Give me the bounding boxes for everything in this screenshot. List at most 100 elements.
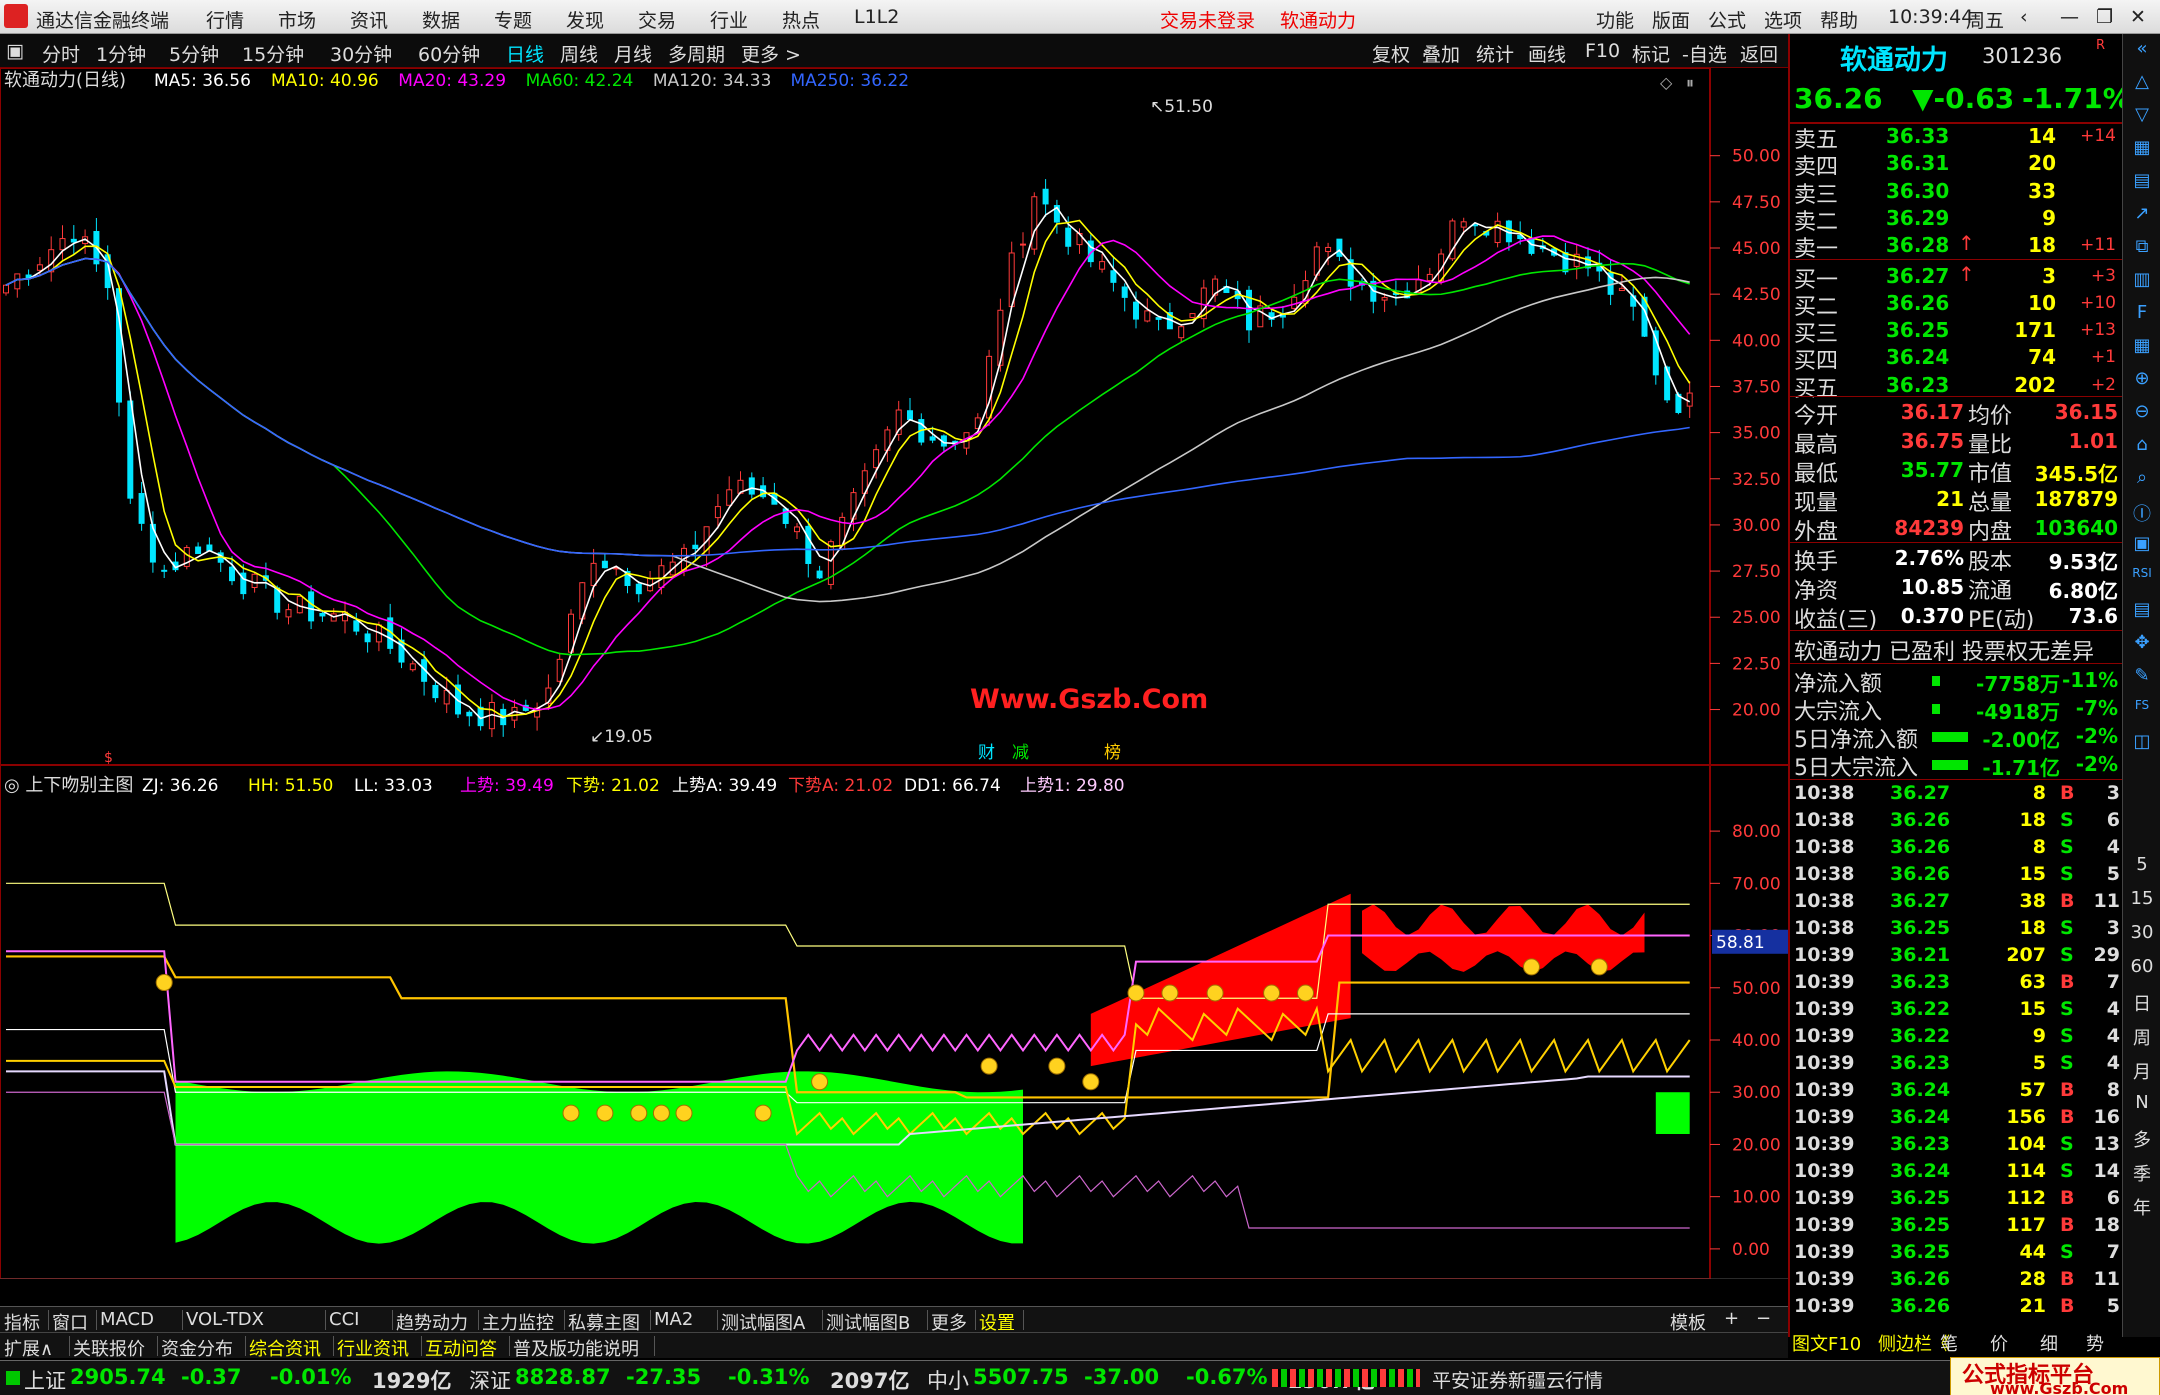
toggle-icon[interactable]: « [2123,38,2160,59]
zoom-out-icon[interactable]: ⊖ [2123,401,2160,422]
split-icon[interactable]: ◫ [2123,731,2160,752]
period-shortcut-2[interactable]: 30 [2123,922,2160,943]
period-shortcut-4[interactable]: 日 [2123,990,2160,1016]
tool-button-3[interactable]: 画线 [1528,40,1566,67]
menu-item-quotes[interactable]: 行情 [206,6,244,33]
grid-icon[interactable]: ▦ [2123,335,2160,356]
menu-item-discover[interactable]: 发现 [566,6,604,33]
tool-button-0[interactable]: 复权 [1372,40,1410,67]
menu-item-hot[interactable]: 热点 [782,6,820,33]
candle-icon[interactable]: ⧉ [2123,236,2160,257]
period-shortcut-10[interactable]: 年 [2123,1194,2160,1220]
y-tick-11: 22.50 [1732,654,1781,674]
pen-icon[interactable]: ✎ [2123,665,2160,686]
tool-button-6[interactable]: -自选 [1682,40,1727,67]
table-icon[interactable]: ▤ [2123,170,2160,191]
menu-item-options[interactable]: 选项 [1764,6,1802,33]
list-icon[interactable]: ▥ [2123,269,2160,290]
tick-price-9: 36.22 [1890,1025,1951,1047]
period-tab-0[interactable]: 分时 [42,40,80,67]
toolbar-toggle-icon[interactable]: ▣ [6,40,24,62]
indicator-tab-2[interactable]: MACD [100,1309,154,1330]
back-arrow-icon[interactable]: ‹ [2020,6,2028,28]
period-tab-5[interactable]: 60分钟 [418,40,480,67]
menu-item-news[interactable]: 资讯 [350,6,388,33]
menu-item-trade[interactable]: 交易 [638,6,676,33]
indicator-tab-8[interactable]: MA2 [654,1309,693,1330]
ext-tab-6[interactable]: 普及版功能说明 [513,1335,639,1361]
restore-icon[interactable]: ❐ [2096,6,2113,28]
period-shortcut-8[interactable]: 多 [2123,1126,2160,1152]
menu-item-layout[interactable]: 版面 [1652,6,1690,33]
info-icon[interactable]: Ⓘ [2123,500,2160,526]
fs-icon[interactable]: FS [2123,698,2160,712]
move-icon[interactable]: ✥ [2123,632,2160,653]
panel-foot-0[interactable]: 图文F10 [1792,1330,1861,1356]
indicator-tab-3[interactable]: VOL-TDX [186,1309,264,1330]
tick-count-16: 18 [2093,1214,2120,1236]
period-shortcut-1[interactable]: 15 [2123,888,2160,909]
period-shortcut-5[interactable]: 周 [2123,1024,2160,1050]
tick-side-10: S [2060,1052,2074,1074]
period-shortcut-3[interactable]: 60 [2123,956,2160,977]
menu-item-topics[interactable]: 专题 [494,6,532,33]
close-icon[interactable]: ✕ [2130,6,2146,28]
tab-sep [975,1310,976,1330]
y-tick-12: 20.00 [1732,701,1781,721]
rsi-icon[interactable]: RSI [2123,566,2160,580]
period-tab-9[interactable]: 多周期 [668,40,725,67]
period-tab-8[interactable]: 月线 [614,40,652,67]
ext-tab-4[interactable]: 行业资讯 [337,1335,409,1361]
tick-count-15: 6 [2106,1187,2120,1209]
period-tab-7[interactable]: 周线 [560,40,598,67]
box-icon[interactable]: ⌂ [2123,434,2160,455]
chart-icon[interactable]: ▦ [2123,137,2160,158]
add-tab-icon[interactable]: + [1724,1308,1739,1329]
period-tab-10[interactable]: 更多 > [741,40,801,67]
menu-item-help[interactable]: 帮助 [1820,6,1858,33]
remove-tab-icon[interactable]: − [1756,1308,1771,1329]
panel-foot-5[interactable]: 势 [2086,1330,2104,1356]
menu-item-market[interactable]: 市场 [278,6,316,33]
minimize-icon[interactable]: — [2060,6,2079,28]
period-tab-3[interactable]: 15分钟 [242,40,304,67]
period-tab-4[interactable]: 30分钟 [330,40,392,67]
chart2-icon[interactable]: ▤ [2123,599,2160,620]
tool-button-5[interactable]: 标记 [1632,40,1670,67]
period-shortcut-0[interactable]: 5 [2123,854,2160,875]
period-tab-1[interactable]: 1分钟 [96,40,146,67]
f10-icon[interactable]: F [2123,302,2160,323]
tool-button-2[interactable]: 统计 [1476,40,1514,67]
panel-foot-4[interactable]: 细 [2040,1330,2058,1356]
panel-foot-3[interactable]: 价 [1990,1330,2008,1356]
period-tab-2[interactable]: 5分钟 [169,40,219,67]
ext-tab-1[interactable]: 关联报价 [73,1335,145,1361]
ind-legend-8: 上势1: 29.80 [1020,776,1125,796]
menu-item-data[interactable]: 数据 [422,6,460,33]
tool-button-4[interactable]: F10 [1585,40,1620,62]
trend-icon[interactable]: ↗ [2123,203,2160,224]
news-icon[interactable]: ▣ [2123,533,2160,554]
ext-tab-2[interactable]: 资金分布 [161,1335,233,1361]
period-shortcut-9[interactable]: 季 [2123,1160,2160,1186]
tool-button-1[interactable]: 叠加 [1422,40,1460,67]
up-icon[interactable]: △ [2123,71,2160,92]
ext-tab-3[interactable]: 综合资讯 [249,1335,321,1361]
indicator-tab-4[interactable]: CCI [329,1309,359,1330]
period-shortcut-6[interactable]: 月 [2123,1058,2160,1084]
zoom-in-icon[interactable]: ⊕ [2123,368,2160,389]
stat-val2-3: 187879 [2034,487,2119,511]
search-icon[interactable]: ⌕ [2123,467,2160,488]
menu-item-industry[interactable]: 行业 [710,6,748,33]
menu-item-l1l2[interactable]: L1L2 [854,6,899,28]
login-status[interactable]: 交易未登录 [1160,6,1255,33]
period-shortcut-7[interactable]: N [2123,1092,2160,1113]
menu-item-formula[interactable]: 公式 [1708,6,1746,33]
down-icon[interactable]: ▽ [2123,104,2160,125]
panel-foot-2[interactable]: 笔 [1940,1330,1958,1356]
ext-tab-0[interactable]: 扩展∧ [4,1335,53,1361]
tool-button-7[interactable]: 返回 [1740,40,1778,67]
menu-item-function[interactable]: 功能 [1596,6,1634,33]
period-tab-6[interactable]: 日线 [506,40,544,67]
ext-tab-5[interactable]: 互动问答 [425,1335,497,1361]
